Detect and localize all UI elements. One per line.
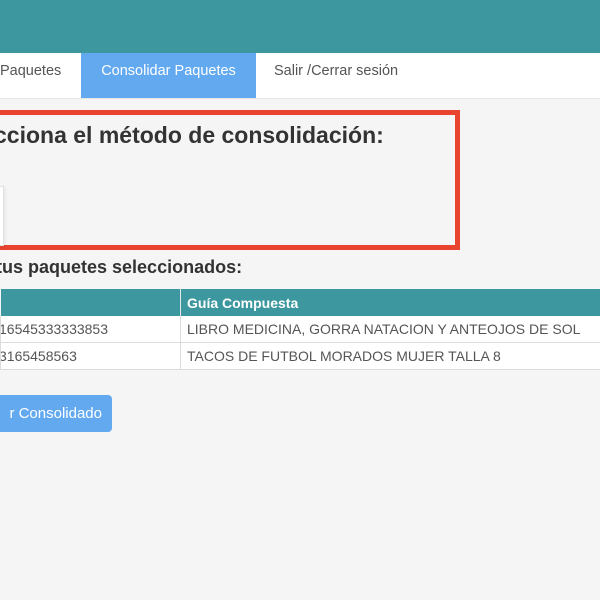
consolidation-method-title: cciona el método de consolidación: xyxy=(0,122,384,148)
nav-item-paquetes[interactable]: Paquetes xyxy=(0,53,80,98)
nav-item-consolidar-paquetes[interactable]: Consolidar Paquetes xyxy=(81,53,256,98)
table-cell-guia-compuesta: LIBRO MEDICINA, GORRA NATACION Y ANTEOJO… xyxy=(180,316,600,343)
table-header-cell-tracking xyxy=(0,289,181,316)
table-row: 16545333333853 LIBRO MEDICINA, GORRA NAT… xyxy=(0,316,600,343)
consolidation-method-option[interactable] xyxy=(0,186,4,246)
main-navbar: Paquetes Consolidar Paquetes Salir /Cerr… xyxy=(0,53,600,99)
selected-packages-table: Guía Compuesta 16545333333853 LIBRO MEDI… xyxy=(0,289,600,370)
confirm-consolidation-label: r Consolidado xyxy=(9,405,102,422)
nav-item-salir-cerrar-sesion[interactable]: Salir /Cerrar sesión xyxy=(274,53,474,98)
table-cell-tracking: 16545333333853 xyxy=(0,316,181,343)
top-header-bar xyxy=(0,0,600,53)
table-header-cell-guia-compuesta: Guía Compuesta xyxy=(180,289,600,316)
table-header-row: Guía Compuesta xyxy=(0,289,600,316)
selected-packages-title: tus paquetes seleccionados: xyxy=(0,257,243,277)
confirm-consolidation-button[interactable]: r Consolidado xyxy=(0,395,112,432)
table-row: 3165458563 TACOS DE FUTBOL MORADOS MUJER… xyxy=(0,342,600,370)
selected-packages-table-container: Guía Compuesta 16545333333853 LIBRO MEDI… xyxy=(0,289,600,370)
table-cell-tracking: 3165458563 xyxy=(0,342,181,370)
table-cell-guia-compuesta: TACOS DE FUTBOL MORADOS MUJER TALLA 8 xyxy=(180,342,600,370)
